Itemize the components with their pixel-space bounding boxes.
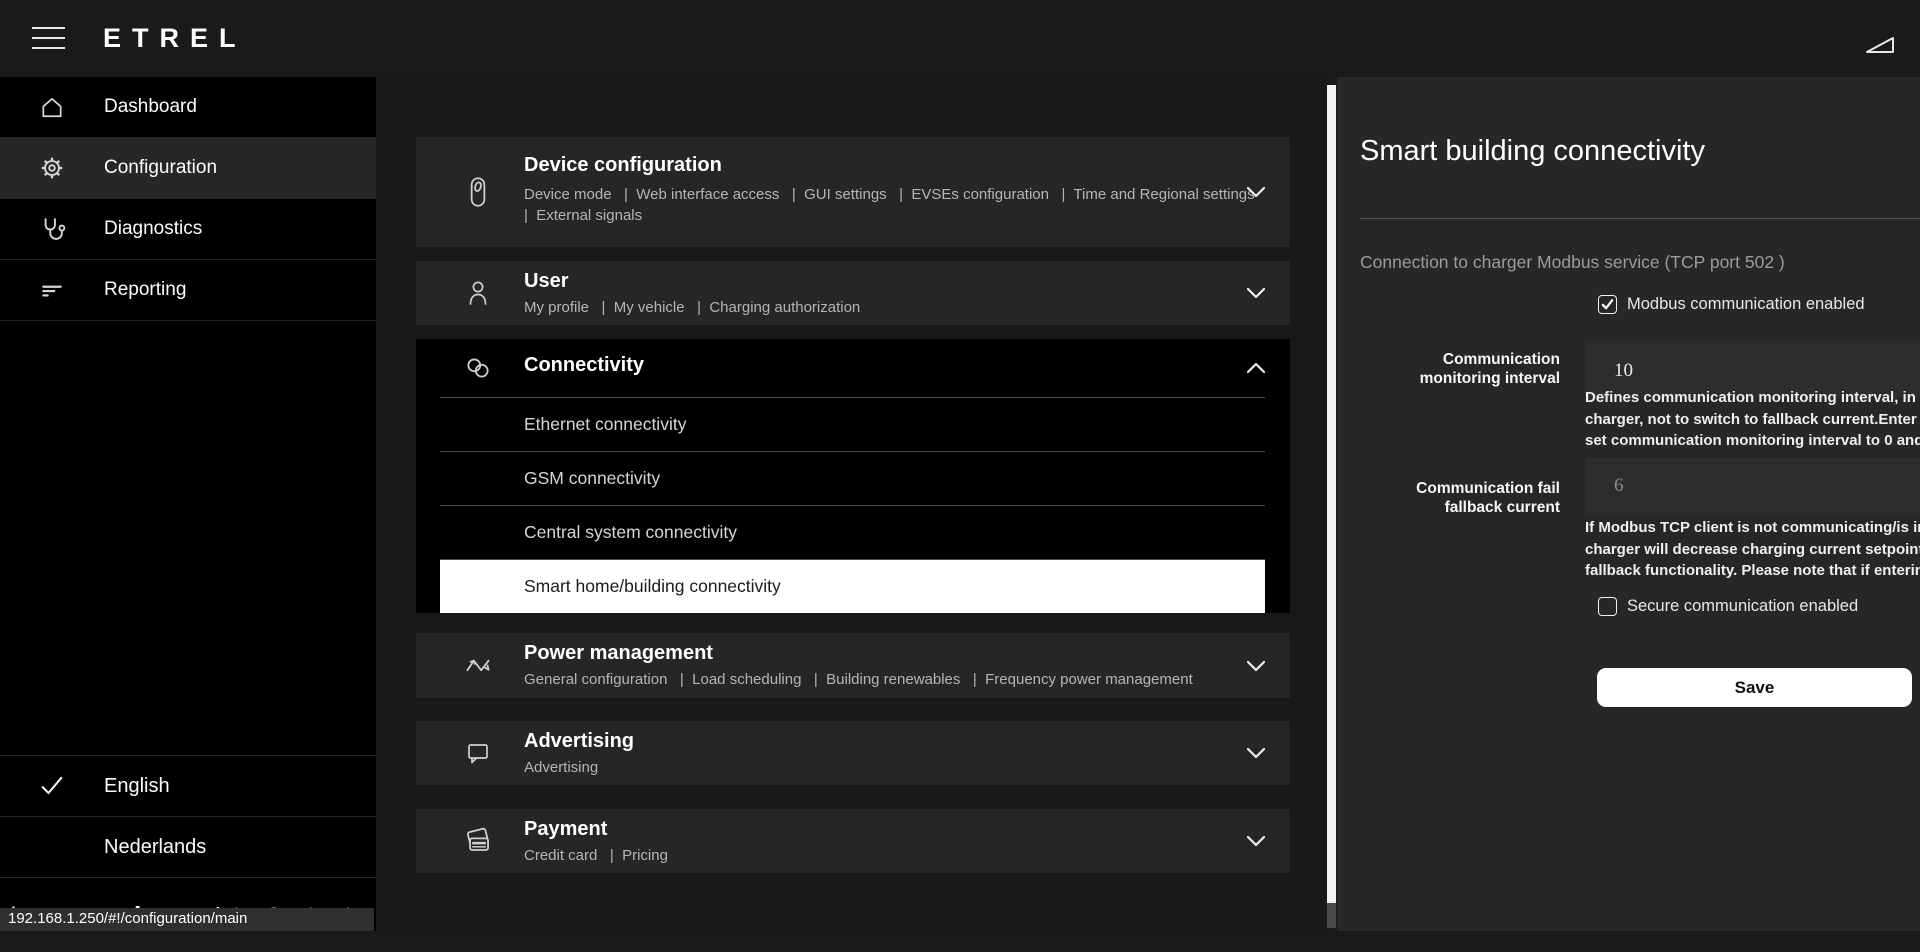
credit-card-icon [458, 821, 498, 861]
etrel-logo: ETREL [103, 23, 247, 54]
language-item-nederlands[interactable]: Nederlands [0, 816, 376, 877]
user-icon [458, 273, 498, 313]
card-payment[interactable]: Payment Credit card | Pricing [416, 809, 1290, 873]
scrollbar-track[interactable] [1327, 903, 1336, 928]
subitem-smart-home-building-connectivity[interactable]: Smart home/building connectivity [440, 559, 1265, 613]
device-icon [458, 172, 498, 212]
scrollbar-thumb[interactable] [1327, 85, 1336, 903]
signal-triangle-icon[interactable] [1865, 36, 1895, 54]
card-user[interactable]: User My profile | My vehicle | Charging … [416, 261, 1290, 325]
subitem-label: GSM connectivity [524, 468, 660, 489]
gear-icon [38, 154, 66, 182]
sidebar-item-configuration[interactable]: Configuration [0, 138, 376, 199]
subitem-central-system-connectivity[interactable]: Central system connectivity [440, 505, 1265, 559]
status-url-tooltip: 192.168.1.250/#!/configuration/main [0, 908, 374, 931]
card-advertising[interactable]: Advertising Advertising [416, 721, 1290, 785]
sidebar-item-reporting[interactable]: Reporting [0, 260, 376, 321]
card-subtitle: Advertising [524, 759, 598, 776]
topbar: ETREL [0, 0, 1920, 77]
field-label: Communication fail fallback current [1379, 479, 1560, 517]
card-subtitle: General configuration | Load scheduling … [524, 671, 1193, 688]
panel-title: Smart building connectivity [1360, 135, 1705, 168]
card-subtitle: Device mode | Web interface access | GUI… [524, 186, 1255, 203]
sidebar-item-dashboard[interactable]: Dashboard [0, 77, 376, 138]
home-icon [38, 93, 66, 121]
hamburger-menu-icon[interactable] [32, 27, 65, 51]
subitem-label: Ethernet connectivity [524, 414, 686, 435]
sidebar-item-diagnostics[interactable]: Diagnostics [0, 199, 376, 260]
card-subtitle: Credit card | Pricing [524, 847, 668, 864]
chevron-up-icon[interactable] [1246, 362, 1266, 374]
help-text: If Modbus TCP client is not communicatin… [1585, 517, 1920, 582]
sidebar-item-label: Configuration [104, 157, 217, 179]
checkbox-label: Secure communication enabled [1627, 597, 1858, 616]
checkbox-label: Modbus communication enabled [1627, 295, 1865, 314]
chevron-down-icon[interactable] [1246, 747, 1266, 759]
language-label: Nederlands [104, 836, 206, 859]
help-text: Defines communication monitoring interva… [1585, 387, 1920, 452]
subitem-gsm-connectivity[interactable]: GSM connectivity [440, 451, 1265, 505]
chevron-down-icon[interactable] [1246, 186, 1266, 198]
speech-bubble-icon [458, 733, 498, 773]
smart-building-connectivity-panel: Smart building connectivity Connection t… [1337, 77, 1920, 931]
sidebar-item-label: Diagnostics [104, 218, 202, 240]
report-icon [38, 276, 66, 304]
connectivity-header[interactable]: Connectivity [416, 339, 1290, 397]
save-button[interactable]: Save [1597, 668, 1912, 707]
secure-communication-checkbox[interactable]: Secure communication enabled [1598, 597, 1858, 616]
configuration-main: Device configuration Device mode | Web i… [376, 77, 1327, 931]
input-value: 10 [1614, 360, 1633, 382]
card-subtitle: | External signals [524, 207, 642, 224]
power-wave-icon [458, 646, 498, 686]
divider [1360, 218, 1920, 219]
card-title: Power management [524, 642, 713, 665]
link-icon [458, 348, 498, 388]
subitem-label: Central system connectivity [524, 522, 737, 543]
checkbox-checked[interactable] [1598, 295, 1617, 314]
sidebar-item-label: Reporting [104, 279, 186, 301]
sidebar-item-label: Dashboard [104, 96, 197, 118]
sidebar: Dashboard Configuration Diagnost [0, 77, 376, 931]
checkbox-unchecked[interactable] [1598, 597, 1617, 616]
card-connectivity-expanded: Connectivity Ethernet connectivity GSM c… [416, 339, 1290, 613]
card-power-management[interactable]: Power management General configuration |… [416, 633, 1290, 698]
card-title: Advertising [524, 730, 634, 753]
card-subtitle: My profile | My vehicle | Charging autho… [524, 299, 860, 316]
card-title: Payment [524, 818, 607, 841]
check-icon [38, 772, 66, 800]
communication-fail-fallback-current-input[interactable]: 6 [1585, 458, 1920, 513]
chevron-down-icon[interactable] [1246, 287, 1266, 299]
language-item-english[interactable]: English [0, 755, 376, 816]
vertical-scrollbar[interactable] [1327, 85, 1336, 928]
card-title: Connectivity [524, 354, 644, 377]
stethoscope-icon [38, 215, 66, 243]
section-label: Connection to charger Modbus service (TC… [1360, 252, 1785, 273]
input-value: 6 [1614, 475, 1624, 497]
chevron-down-icon[interactable] [1246, 835, 1266, 847]
field-label: Communication monitoring interval [1379, 350, 1560, 388]
chevron-down-icon[interactable] [1246, 660, 1266, 672]
card-title: User [524, 270, 568, 293]
subitem-ethernet-connectivity[interactable]: Ethernet connectivity [440, 397, 1265, 451]
card-title: Device configuration [524, 154, 722, 177]
modbus-communication-checkbox[interactable]: Modbus communication enabled [1598, 295, 1865, 314]
subitem-label: Smart home/building connectivity [524, 576, 781, 597]
card-device-configuration[interactable]: Device configuration Device mode | Web i… [416, 137, 1290, 247]
language-label: English [104, 775, 170, 798]
